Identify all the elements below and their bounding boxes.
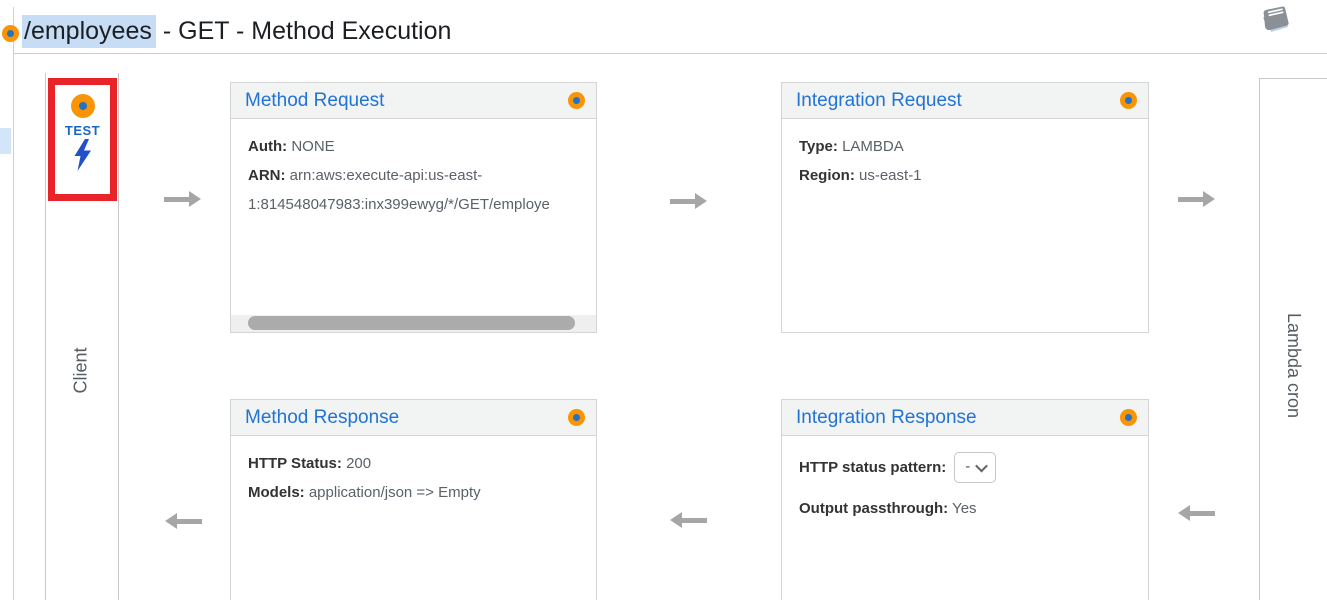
models-value: application/json => Empty (309, 484, 481, 501)
arrow-lambda-to-integration-response (1178, 505, 1215, 521)
integration-response-panel: Integration Response HTTP status pattern… (781, 399, 1149, 600)
integration-request-panel: Integration Request Type: LAMBDA Region:… (781, 82, 1149, 333)
page-left-border (13, 7, 14, 600)
arrow-method-response-to-client (165, 513, 202, 529)
integration-request-title-link[interactable]: Integration Request (796, 90, 962, 112)
integration-response-body: HTTP status pattern: - Output passthroug… (782, 436, 1148, 536)
arn-row: ARN: arn:aws:execute-api:us-east- 1:8145… (248, 161, 579, 219)
region-row: Region: us-east-1 (799, 161, 1131, 190)
nav-selection-fragment (0, 128, 11, 154)
test-box[interactable]: TEST (48, 78, 117, 201)
integration-response-title-link[interactable]: Integration Response (796, 407, 977, 429)
arn-value-line1: arn:aws:execute-api:us-east- (290, 167, 483, 184)
method-response-header: Method Response (231, 400, 596, 436)
arrow-integration-request-to-lambda (1178, 191, 1215, 207)
arn-label: ARN: (248, 167, 286, 184)
arn-value-line2: 1:814548047983:inx399ewyg/*/GET/employe (248, 190, 579, 219)
method-request-panel: Method Request Auth: NONE ARN: arn:aws:e… (230, 82, 597, 333)
auth-label: Auth: (248, 138, 287, 155)
method-response-title-link[interactable]: Method Response (245, 407, 399, 429)
lambda-label: Lambda cron (1283, 312, 1304, 417)
integration-response-header: Integration Response (782, 400, 1148, 436)
horizontal-scrollbar[interactable] (231, 315, 596, 332)
type-label: Type: (799, 138, 838, 155)
method-request-header: Method Request (231, 83, 596, 119)
method-status-icon (2, 25, 19, 42)
http-status-pattern-selected-value: - (965, 458, 970, 476)
chevron-down-icon (975, 459, 988, 472)
http-status-row: HTTP Status: 200 (248, 449, 579, 478)
region-value: us-east-1 (859, 167, 922, 184)
integration-response-status-icon (1120, 409, 1137, 426)
book-icon[interactable] (1256, 6, 1292, 37)
output-passthrough-row: Output passthrough: Yes (799, 494, 1131, 523)
output-passthrough-label: Output passthrough: (799, 500, 948, 517)
lightning-bolt-icon[interactable] (72, 139, 93, 176)
client-lane-label-box: Client (45, 320, 118, 420)
type-row: Type: LAMBDA (799, 132, 1131, 161)
lambda-service-label: Lambda (1284, 312, 1304, 377)
method-response-panel: Method Response HTTP Status: 200 Models:… (230, 399, 597, 600)
http-status-pattern-row: HTTP status pattern: - (799, 452, 1131, 483)
method-request-title-link[interactable]: Method Request (245, 90, 384, 112)
models-label: Models: (248, 484, 305, 501)
test-link[interactable]: TEST (65, 123, 100, 138)
method-response-status-icon (568, 409, 585, 426)
lambda-lane-label-box: Lambda cron (1259, 290, 1327, 440)
lambda-function-link[interactable]: cron (1284, 383, 1304, 418)
http-status-value: 200 (346, 455, 371, 472)
region-label: Region: (799, 167, 855, 184)
page-title: /employees- GET - Method Execution (22, 17, 451, 46)
method-response-body: HTTP Status: 200 Models: application/jso… (231, 436, 596, 520)
scrollbar-thumb[interactable] (248, 316, 575, 330)
method-request-status-icon (568, 92, 585, 109)
page-title-suffix: - GET - Method Execution (163, 17, 452, 45)
header-divider (13, 53, 1327, 54)
arrow-integration-response-to-method-response (670, 512, 707, 528)
integration-request-header: Integration Request (782, 83, 1148, 119)
arrow-method-request-to-integration-request (670, 193, 707, 209)
integration-request-status-icon (1120, 92, 1137, 109)
auth-row: Auth: NONE (248, 132, 579, 161)
http-status-pattern-select[interactable]: - (954, 452, 996, 483)
models-row: Models: application/json => Empty (248, 478, 579, 507)
selected-resource-text: /employees (22, 15, 156, 48)
client-label: Client (71, 347, 92, 393)
auth-value: NONE (291, 138, 334, 155)
output-passthrough-value: Yes (952, 500, 976, 517)
http-status-label: HTTP Status: (248, 455, 342, 472)
method-request-body: Auth: NONE ARN: arn:aws:execute-api:us-e… (231, 119, 596, 232)
type-value: LAMBDA (842, 138, 904, 155)
test-status-icon (71, 94, 95, 118)
http-status-pattern-label: HTTP status pattern: (799, 453, 946, 482)
arrow-client-to-method-request (164, 191, 201, 207)
integration-request-body: Type: LAMBDA Region: us-east-1 (782, 119, 1148, 203)
